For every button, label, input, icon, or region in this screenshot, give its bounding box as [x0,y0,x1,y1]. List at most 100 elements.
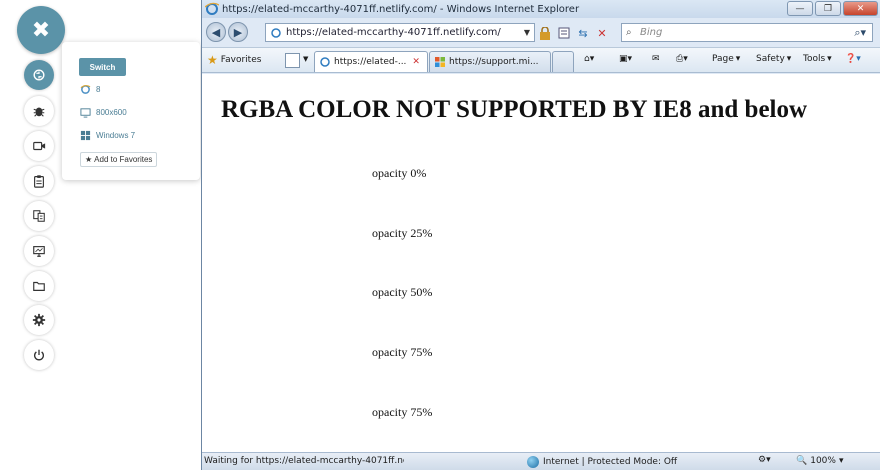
record-video-button[interactable] [24,131,54,161]
ie-window: https://elated-mccarthy-4071ff.netlify.c… [201,0,880,470]
video-icon [33,141,46,151]
favorites-button[interactable]: ★ Favorites [207,53,261,67]
print-icon[interactable]: ⎙▾ [676,54,688,64]
forward-button[interactable]: ▶ [228,22,248,42]
folder-button[interactable] [24,271,54,301]
compatibility-view-icon[interactable] [556,25,572,41]
title-bar: https://elated-mccarthy-4071ff.netlify.c… [202,0,880,18]
power-icon [34,349,44,361]
clipboard-button[interactable] [24,166,54,196]
search-box[interactable]: ⌕ Bing ⌕▾ [621,23,873,42]
bug-icon [33,107,45,117]
zoom-level: 100% [810,456,836,466]
add-to-favorites-label: Add to Favorites [94,155,153,164]
tab-label: https://elated-... [334,57,407,67]
os-row: Windows 7 [80,130,135,141]
page-menu[interactable]: Page ▾ [712,54,740,64]
zoom-dropdown-icon: ▾ [838,456,844,466]
favorites-label: Favorites [220,55,262,65]
minimize-icon: — [795,3,805,14]
navigation-bar: ◀ ▶ https://elated-mccarthy-4071ff.netli… [202,18,880,46]
safety-menu[interactable]: Safety ▾ [756,54,791,64]
compare-button[interactable] [24,201,54,231]
quick-tabs-dropdown-icon[interactable]: ▼ [303,55,308,63]
browser-version: 8 [96,85,101,94]
opacity-row: opacity 75% [372,405,433,419]
screen-button[interactable] [24,236,54,266]
zone-label: Internet | Protected Mode: Off [543,457,678,467]
bing-search-icon: ⌕ [626,27,632,38]
window-close-icon: ✕ [856,3,865,14]
close-button[interactable]: ✖ [17,6,65,54]
tools-menu[interactable]: Tools ▾ [803,54,832,64]
page-content: RGBA COLOR NOT SUPPORTED BY IE8 and belo… [202,74,880,452]
ie-icon [80,85,91,94]
back-button[interactable]: ◀ [206,22,226,42]
command-bar: ★ Favorites ▼ https://elated-... ✕ https… [202,47,880,73]
settings-button[interactable] [24,305,54,335]
tools-menu-label: Tools [803,54,826,64]
restore-icon: ❐ [823,3,833,14]
resolution-row: 800x600 [80,107,127,118]
windows-icon [80,130,91,141]
stop-icon[interactable]: ✕ [594,25,610,41]
tab-close-icon[interactable]: ✕ [412,57,420,67]
search-placeholder: Bing [640,27,663,38]
favorites-star-icon: ★ [207,53,218,67]
bug-report-button[interactable] [24,96,54,126]
monitor-icon [80,108,91,118]
address-dropdown-icon[interactable]: ▼ [524,28,530,37]
home-icon[interactable]: ⌂▾ [584,54,594,64]
switch-button[interactable]: Switch [79,58,126,76]
gear-icon [32,313,46,327]
opacity-row: opacity 75% [372,345,433,359]
forward-arrow-icon: ▶ [233,25,243,39]
folder-icon [33,281,45,291]
close-icon: ✖ [31,17,51,43]
safety-menu-label: Safety [756,54,785,64]
new-tab-button[interactable] [552,51,574,72]
microsoft-logo-icon [435,57,445,67]
globe-icon [527,456,539,468]
security-zone[interactable]: Internet | Protected Mode: Off [527,456,677,468]
os-name: Windows 7 [96,131,136,140]
back-arrow-icon: ◀ [211,25,221,39]
lock-icon[interactable] [537,25,553,41]
protected-mode-icon[interactable]: ⚙▾ [758,455,771,465]
tab-label: https://support.mi... [449,57,539,67]
switch-icon [33,69,45,81]
search-go-icon[interactable]: ⌕▾ [854,26,866,40]
help-icon[interactable]: ❓▾ [845,54,861,64]
page-icon [271,28,281,38]
mail-icon[interactable]: ✉ [652,54,660,64]
resolution: 800x600 [96,108,127,117]
browser-info-popover: Switch 8 800x600 Windows 7 ★ Add to Favo… [62,42,200,180]
clipboard-icon [34,175,44,188]
feeds-icon[interactable]: ▣▾ [619,54,632,64]
refresh-icon[interactable]: ⇆ [575,25,591,41]
zoom-control[interactable]: 🔍 100% ▾ [796,456,843,466]
tab-support[interactable]: https://support.mi... [429,51,551,72]
opacity-row: opacity 50% [372,285,433,299]
compare-icon [33,210,45,222]
opacity-row: opacity 25% [372,226,433,240]
address-bar[interactable]: https://elated-mccarthy-4071ff.netlify.c… [265,23,535,42]
page-heading: RGBA COLOR NOT SUPPORTED BY IE8 and belo… [221,96,808,123]
power-button[interactable] [24,340,54,370]
status-bar: Waiting for https://elated-mccarthy-4071… [202,452,880,470]
quick-tabs-icon[interactable] [285,53,300,68]
tab-page-icon [320,57,330,67]
window-title: https://elated-mccarthy-4071ff.netlify.c… [222,3,580,15]
ie-logo-icon [205,2,219,15]
add-to-favorites-button[interactable]: ★ Add to Favorites [80,152,158,167]
page-menu-label: Page [712,54,734,64]
screen-icon [33,246,45,257]
maximize-button[interactable]: ❐ [815,1,841,16]
switch-browser-button[interactable] [24,60,54,90]
browser-version-row: 8 [80,84,100,95]
zoom-icon: 🔍 [796,456,808,466]
tab-elated[interactable]: https://elated-... ✕ [314,51,428,72]
window-close-button[interactable]: ✕ [843,1,878,16]
minimize-button[interactable]: — [787,1,813,16]
opacity-row: opacity 0% [372,166,427,180]
